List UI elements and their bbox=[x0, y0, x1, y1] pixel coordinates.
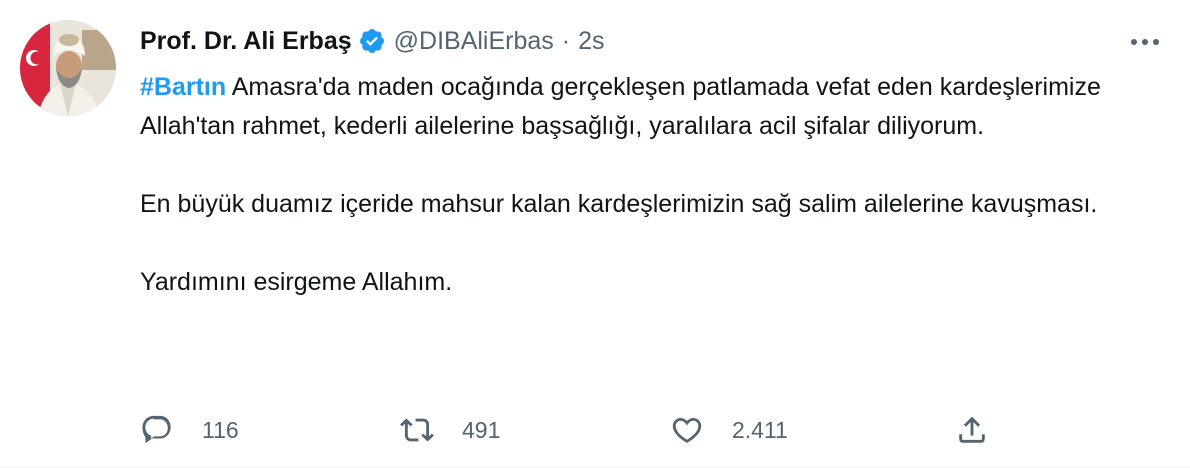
retweet-icon bbox=[400, 413, 434, 447]
reply-button[interactable]: 116 bbox=[140, 408, 239, 452]
avatar[interactable] bbox=[20, 20, 116, 116]
more-icon[interactable] bbox=[1126, 30, 1164, 54]
like-button[interactable]: 2.411 bbox=[670, 408, 788, 452]
display-name[interactable]: Prof. Dr. Ali Erbaş bbox=[140, 27, 352, 56]
share-icon bbox=[955, 413, 989, 447]
separator-dot: · bbox=[561, 26, 571, 55]
user-handle[interactable]: @DIBAliErbas bbox=[394, 27, 554, 56]
tweet-paragraph-3: Yardımını esirgeme Allahım. bbox=[140, 268, 453, 296]
tweet-timestamp[interactable]: 2s bbox=[578, 27, 604, 56]
tweet-paragraph-2: En büyük duamız içeride mahsur kalan kar… bbox=[140, 190, 1098, 218]
share-button[interactable] bbox=[955, 408, 989, 452]
reply-icon bbox=[140, 413, 174, 447]
verified-badge-icon bbox=[358, 27, 386, 55]
retweet-count: 491 bbox=[462, 416, 501, 443]
reply-count: 116 bbox=[202, 416, 239, 443]
avatar-image bbox=[20, 20, 116, 116]
tweet-header: Prof. Dr. Ali Erbaş @DIBAliErbas · 2s bbox=[140, 24, 605, 58]
retweet-button[interactable]: 491 bbox=[400, 408, 500, 452]
tweet-card[interactable]: Prof. Dr. Ali Erbaş @DIBAliErbas · 2s #B… bbox=[0, 0, 1190, 468]
tweet-text: #Bartın Amasra'da maden ocağında gerçekl… bbox=[140, 68, 1150, 302]
like-count: 2.411 bbox=[732, 416, 788, 443]
tweet-paragraph-1: #Bartın Amasra'da maden ocağında gerçekl… bbox=[140, 68, 1150, 146]
like-icon bbox=[670, 413, 704, 447]
tweet-actions: 116 491 2.411 bbox=[140, 408, 1010, 452]
hashtag-link[interactable]: #Bartın bbox=[140, 73, 226, 101]
paragraph-1-text: Amasra'da maden ocağında gerçekleşen pat… bbox=[140, 73, 1101, 140]
